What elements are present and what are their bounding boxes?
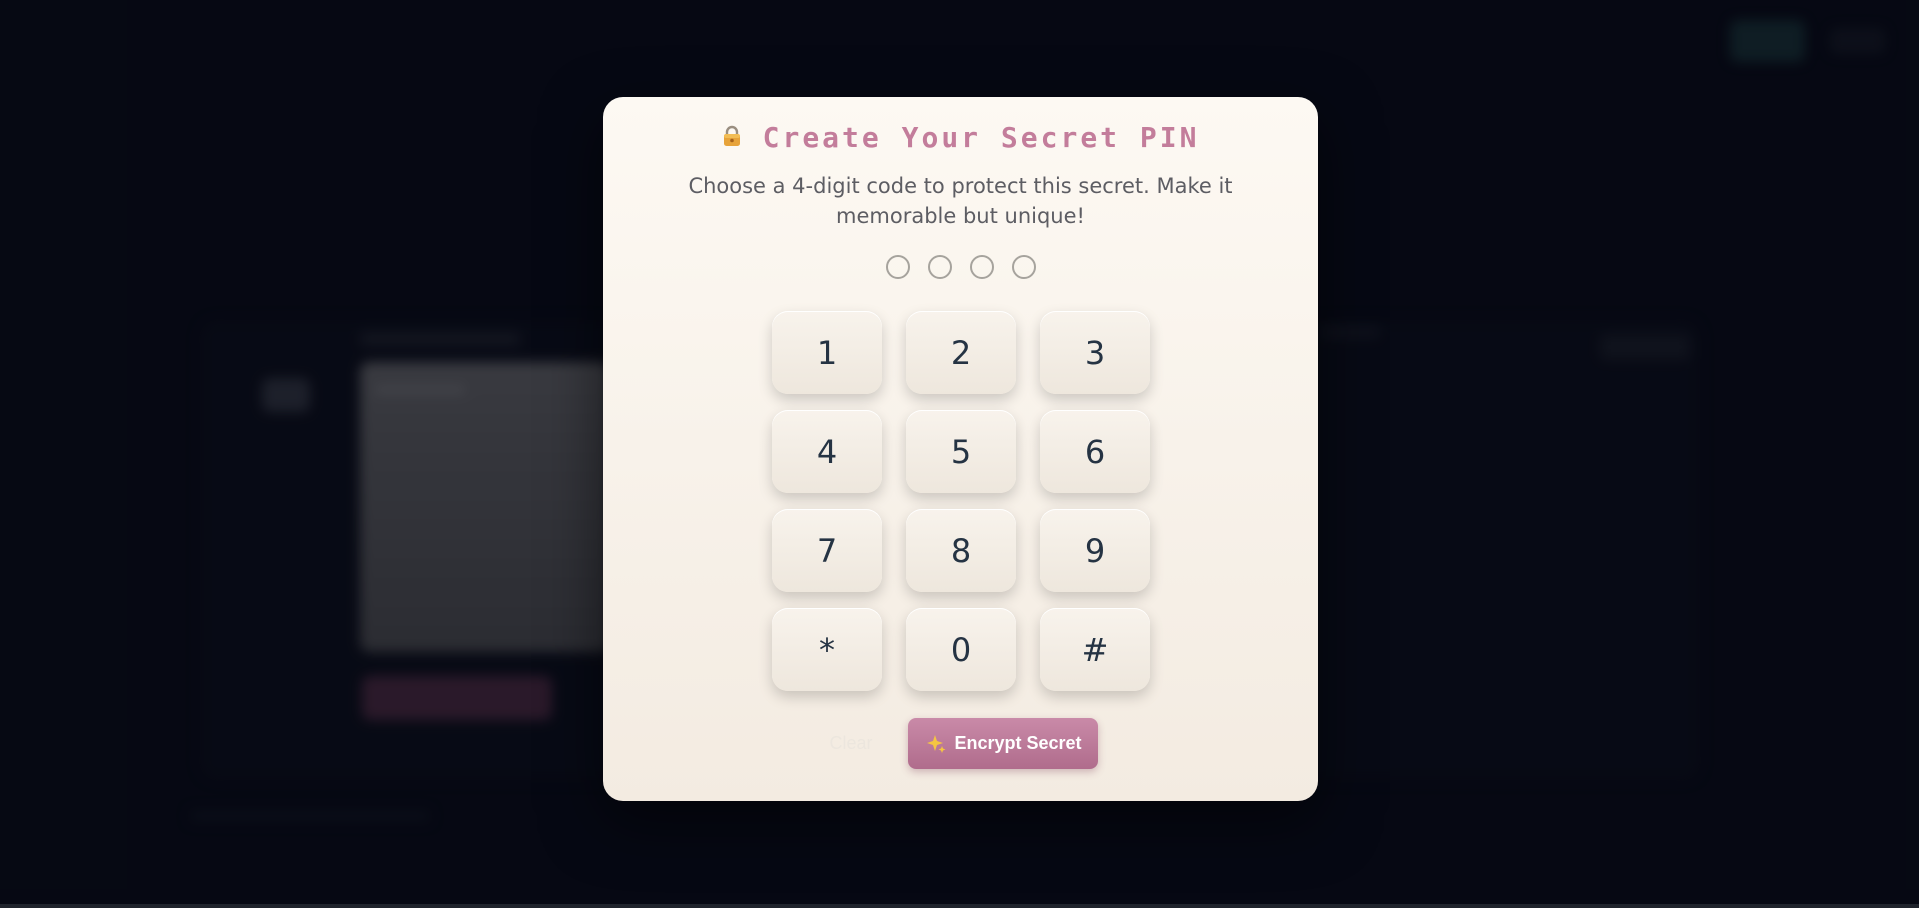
key-4[interactable]: 4 [772,410,882,493]
key-9[interactable]: 9 [1040,509,1150,592]
keypad: 1 2 3 4 5 6 7 8 9 * 0 # [772,311,1150,691]
key-7[interactable]: 7 [772,509,882,592]
modal-subtitle: Choose a 4-digit code to protect this se… [688,174,1233,228]
key-star[interactable]: * [772,608,882,691]
key-1[interactable]: 1 [772,311,882,394]
pin-dot [969,255,994,279]
key-2[interactable]: 2 [906,311,1016,394]
pin-indicator [603,255,1318,279]
bottom-scrollbar-track [0,904,1919,908]
key-6[interactable]: 6 [1040,410,1150,493]
encrypt-button-label: Encrypt Secret [954,733,1082,753]
lock-icon [722,125,742,151]
pin-dot [1011,255,1036,279]
key-hash[interactable]: # [1040,608,1150,691]
encrypt-secret-button[interactable]: Encrypt Secret [908,718,1098,769]
key-3[interactable]: 3 [1040,311,1150,394]
pin-dot [927,255,952,279]
key-0[interactable]: 0 [906,608,1016,691]
pin-dot [885,255,910,279]
clear-button[interactable]: Clear [823,723,878,764]
modal-actions: Clear Encrypt Secret [603,718,1318,769]
modal-header: Create Your Secret PIN [603,121,1318,154]
sparkle-icon [926,734,946,754]
pin-modal: Create Your Secret PIN Choose a 4-digit … [603,97,1318,801]
modal-title: Create Your Secret PIN [762,121,1200,154]
key-5[interactable]: 5 [906,410,1016,493]
key-8[interactable]: 8 [906,509,1016,592]
